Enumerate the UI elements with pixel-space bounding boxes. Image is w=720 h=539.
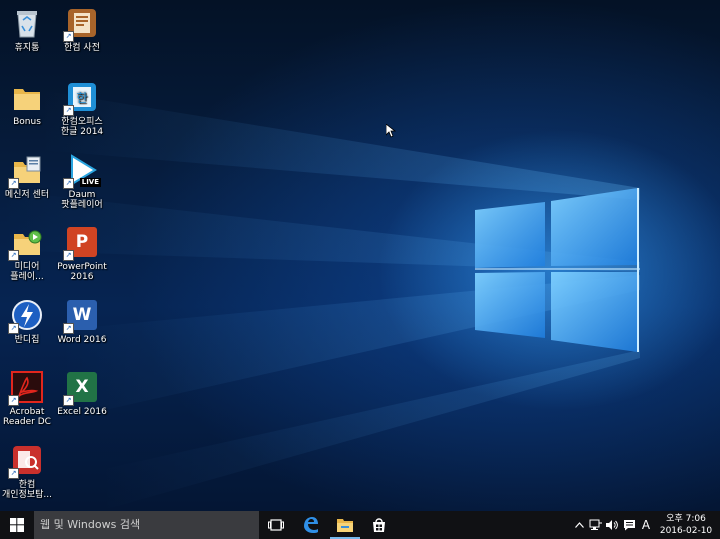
messenger-folder-icon: ↗ <box>8 153 44 189</box>
acrobat-reader-icon: ↗ <box>8 370 44 406</box>
edge-icon <box>304 517 318 533</box>
mouse-cursor-icon <box>386 124 396 138</box>
network-icon <box>589 519 602 530</box>
hancom-privacy-icon: ↗ <box>8 443 44 479</box>
action-center-button[interactable] <box>621 511 637 539</box>
speaker-icon <box>606 520 618 530</box>
chevron-up-icon <box>574 522 584 528</box>
hangul-glyph: 한 <box>76 91 87 105</box>
search-input[interactable]: 웹 및 Windows 검색 <box>34 511 259 539</box>
shortcut-arrow-icon: ↗ <box>63 105 74 116</box>
shortcut-arrow-icon: ↗ <box>8 395 19 406</box>
desktop-icon-powerpoint[interactable]: P ↗ PowerPoint 2016 <box>46 225 118 282</box>
live-badge: LIVE <box>79 178 101 187</box>
shortcut-arrow-icon: ↗ <box>8 468 19 479</box>
clock[interactable]: 오후 7:06 2016-02-10 <box>656 513 716 537</box>
desktop-icon-word[interactable]: W ↗ Word 2016 <box>46 298 118 345</box>
desktop-icon-hancom-office-hangul[interactable]: 한 ↗ 한컴오피스 한글 2014 <box>46 80 118 137</box>
task-view-icon <box>268 519 284 531</box>
shortcut-arrow-icon: ↗ <box>63 323 74 334</box>
show-hidden-icons-button[interactable] <box>572 511 586 539</box>
edge-taskbar-button[interactable] <box>294 511 328 539</box>
input-method-indicator[interactable]: A <box>638 511 654 539</box>
folder-icon <box>10 80 44 114</box>
shortcut-arrow-icon: ↗ <box>63 250 74 261</box>
shortcut-arrow-icon: ↗ <box>8 178 19 189</box>
excel-icon: X ↗ <box>63 370 99 406</box>
file-explorer-taskbar-button[interactable] <box>328 511 362 539</box>
bandizip-icon: ↗ <box>8 298 44 334</box>
hancom-dictionary-icon: ↗ <box>63 6 99 42</box>
store-icon <box>373 518 385 532</box>
desktop-icon-daum-potplayer[interactable]: LIVE ↗ Daum 팟플레이어 <box>46 153 118 210</box>
shortcut-arrow-icon: ↗ <box>63 395 74 406</box>
hangul-2014-icon: 한 ↗ <box>63 80 99 116</box>
shortcut-arrow-icon: ↗ <box>8 323 19 334</box>
powerpoint-icon: P ↗ <box>63 225 99 261</box>
windows-logo-icon <box>10 518 24 532</box>
media-folder-icon: ↗ <box>8 225 44 261</box>
shortcut-arrow-icon: ↗ <box>63 178 74 189</box>
store-taskbar-button[interactable] <box>362 511 396 539</box>
clock-date: 2016-02-10 <box>659 526 713 536</box>
shortcut-arrow-icon: ↗ <box>8 250 19 261</box>
search-placeholder: 웹 및 Windows 검색 <box>40 518 141 531</box>
task-view-button[interactable] <box>259 511 293 539</box>
volume-tray-button[interactable] <box>604 511 620 539</box>
file-explorer-icon <box>337 519 353 532</box>
recycle-bin-icon <box>10 6 44 40</box>
network-tray-button[interactable] <box>588 511 604 539</box>
taskbar: 웹 및 Windows 검색 A 오후 7:06 2016-02-10 <box>0 511 720 539</box>
desktop-icon-hancom-privacy-scanner[interactable]: ↗ 한컴 개인정보탐... <box>0 443 63 500</box>
action-center-icon <box>623 520 635 531</box>
desktop[interactable]: 휴지통 Bonus ↗ 메신저 센터 ↗ 미디어 플레이... ↗ 반디집 ↗ … <box>0 0 720 511</box>
desktop-icon-hancom-dictionary[interactable]: ↗ 한컴 사전 <box>46 6 118 53</box>
shortcut-arrow-icon: ↗ <box>63 31 74 42</box>
potplayer-icon: LIVE ↗ <box>63 153 101 189</box>
desktop-icon-excel[interactable]: X ↗ Excel 2016 <box>46 370 118 417</box>
start-button[interactable] <box>0 511 34 539</box>
clock-time: 오후 7:06 <box>666 514 706 524</box>
word-icon: W ↗ <box>63 298 99 334</box>
